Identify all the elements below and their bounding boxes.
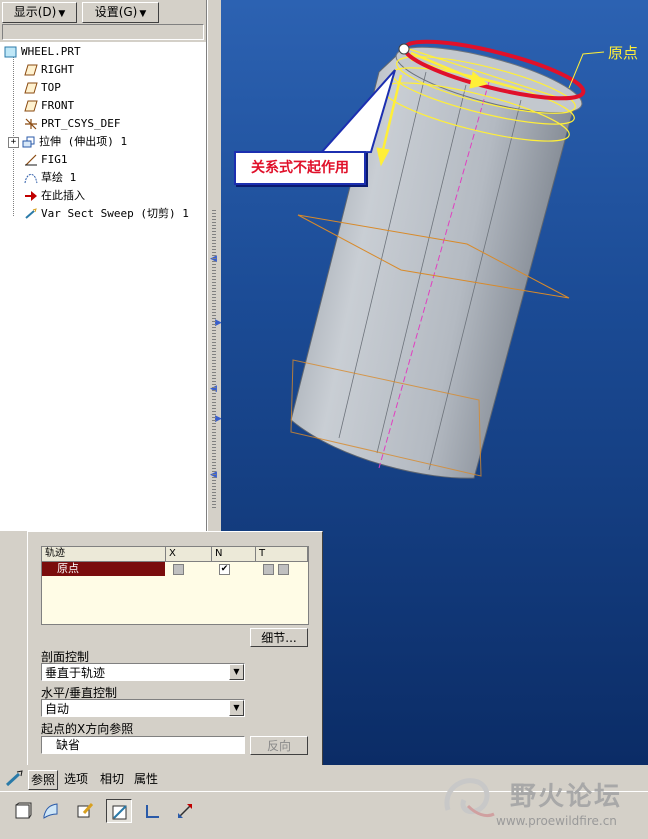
sketch-icon	[24, 172, 38, 184]
sweep-icon	[24, 208, 38, 220]
t-checkbox[interactable]	[263, 564, 274, 575]
tree-item-wheel-prt[interactable]: WHEEL.PRT	[4, 44, 81, 60]
tree-item-var-sect-sweep[interactable]: Var Sect Sweep (切剪) 1	[24, 206, 189, 222]
tree-item-label: WHEEL.PRT	[21, 45, 81, 58]
flip-direction-button[interactable]	[172, 799, 198, 823]
tree-item-label: Var Sect Sweep (切剪) 1	[41, 207, 189, 220]
watermark-title: 野火论坛	[510, 782, 623, 812]
chevron-down-icon[interactable]: ▼	[229, 664, 244, 680]
annotation-callout: 关系式不起作用	[234, 151, 366, 185]
tree-item-fig1[interactable]: FIG1	[24, 152, 68, 168]
remove-material-button[interactable]	[106, 799, 132, 823]
hv-control-dropdown[interactable]: 自动 ▼	[41, 699, 245, 717]
tree-item-label: 拉伸 (伸出项) 1	[39, 135, 128, 148]
t-secondary-checkbox[interactable]	[278, 564, 289, 575]
tree-item-front[interactable]: FRONT	[24, 98, 74, 114]
tree-item-label: FIG1	[41, 153, 68, 166]
tab-properties[interactable]: 属性	[134, 770, 158, 788]
watermark-url: www.proewildfire.cn	[496, 814, 617, 828]
x-checkbox[interactable]	[173, 564, 184, 575]
datum-plane-icon	[24, 82, 38, 94]
surface-button[interactable]	[38, 799, 64, 823]
splitter-grip[interactable]	[212, 210, 216, 510]
logo-icon	[444, 778, 495, 818]
tree-item-top[interactable]: TOP	[24, 80, 61, 96]
expand-icon[interactable]: +	[8, 136, 19, 148]
tab-options[interactable]: 选项	[64, 770, 88, 788]
chevron-down-icon: ▼	[139, 9, 147, 19]
tab-tangency[interactable]: 相切	[100, 770, 124, 788]
insert-arrow-icon	[24, 190, 38, 202]
sketch-button[interactable]	[72, 799, 98, 823]
thicken-button[interactable]	[140, 799, 166, 823]
section-control-dropdown[interactable]: 垂直于轨迹 ▼	[41, 663, 245, 681]
datum-plane-icon	[24, 64, 38, 76]
remove-material-icon	[112, 805, 127, 820]
tree-item-insert-here[interactable]: 在此插入	[24, 188, 85, 204]
tree-item-label: 在此插入	[41, 189, 85, 202]
references-panel: 轨迹 X N T 原点 ✔ 细节... 剖面控制 垂直于轨迹 ▼ 水平/垂直控制…	[27, 531, 323, 767]
part-icon	[4, 46, 18, 58]
details-button[interactable]: 细节...	[250, 628, 308, 647]
chevron-down-icon: ▼	[58, 9, 66, 19]
trajectory-name-cell[interactable]: 原点	[42, 562, 165, 576]
datum-plane-icon	[24, 100, 38, 112]
tree-item-extrude[interactable]: + 拉伸 (伸出项) 1	[8, 134, 127, 150]
trajectory-table: 轨迹 X N T 原点 ✔	[41, 546, 309, 625]
surface-icon	[43, 803, 58, 819]
tree-item-label: RIGHT	[41, 63, 75, 76]
tree-item-sketch[interactable]: 草绘 1	[24, 170, 76, 186]
n-checkbox[interactable]: ✔	[219, 564, 230, 575]
axis-icon	[24, 154, 38, 166]
chevron-down-icon[interactable]: ▼	[229, 700, 244, 716]
forum-watermark: 野火论坛 www.proewildfire.cn	[438, 770, 644, 832]
pencil-icon	[77, 803, 94, 818]
model-tree-panel: 显示(D) ▼ 设置(G) ▼ WHEEL.PRT RIGHT TOP FRON…	[0, 0, 207, 531]
tree-item-label: 草绘 1	[41, 171, 77, 184]
origin-label: 原点	[608, 44, 639, 62]
start-x-ref-field[interactable]: 缺省	[41, 736, 245, 754]
column-header-x: X	[166, 547, 212, 561]
table-row[interactable]: 原点 ✔	[42, 562, 308, 576]
tree-item-label: FRONT	[41, 99, 75, 112]
tree-item-right[interactable]: RIGHT	[24, 62, 74, 78]
tree-item-prt-csys-def[interactable]: PRT_CSYS_DEF	[24, 116, 120, 132]
settings-menu-label: 设置(G)	[94, 5, 138, 19]
csys-icon	[24, 118, 38, 130]
start-x-ref-label: 起点的X方向参照	[41, 722, 134, 736]
tree-item-label: TOP	[41, 81, 61, 94]
column-header-trajectory: 轨迹	[42, 547, 166, 561]
section-control-value: 垂直于轨迹	[45, 666, 106, 680]
thicken-icon	[146, 805, 159, 818]
start-point-marker[interactable]	[398, 43, 410, 55]
solid-button[interactable]	[10, 799, 36, 823]
display-menu-button[interactable]: 显示(D) ▼	[2, 2, 77, 23]
sweep-tool-icon	[4, 770, 24, 791]
model-tree-toolbar: 显示(D) ▼ 设置(G) ▼	[0, 0, 206, 42]
tree-filter-bar[interactable]	[2, 24, 204, 40]
column-header-n: N	[212, 547, 256, 561]
column-header-t: T	[256, 547, 308, 561]
settings-menu-button[interactable]: 设置(G) ▼	[82, 2, 159, 23]
tree-item-label: PRT_CSYS_DEF	[41, 117, 121, 130]
solid-icon	[15, 802, 32, 819]
display-menu-label: 显示(D)	[13, 5, 57, 19]
extrude-icon	[22, 136, 36, 148]
panel-splitter[interactable]: ◀ ▶ ◀ ▶ ◀	[207, 0, 222, 531]
tab-references[interactable]: 参照	[28, 770, 59, 790]
hv-control-value: 自动	[45, 702, 70, 716]
flip-direction-icon	[178, 804, 192, 818]
trajectory-table-header: 轨迹 X N T	[42, 547, 308, 562]
model-tree: WHEEL.PRT RIGHT TOP FRONT PRT_CSYS_DEF +	[0, 42, 206, 531]
flip-button[interactable]: 反向	[250, 736, 308, 755]
